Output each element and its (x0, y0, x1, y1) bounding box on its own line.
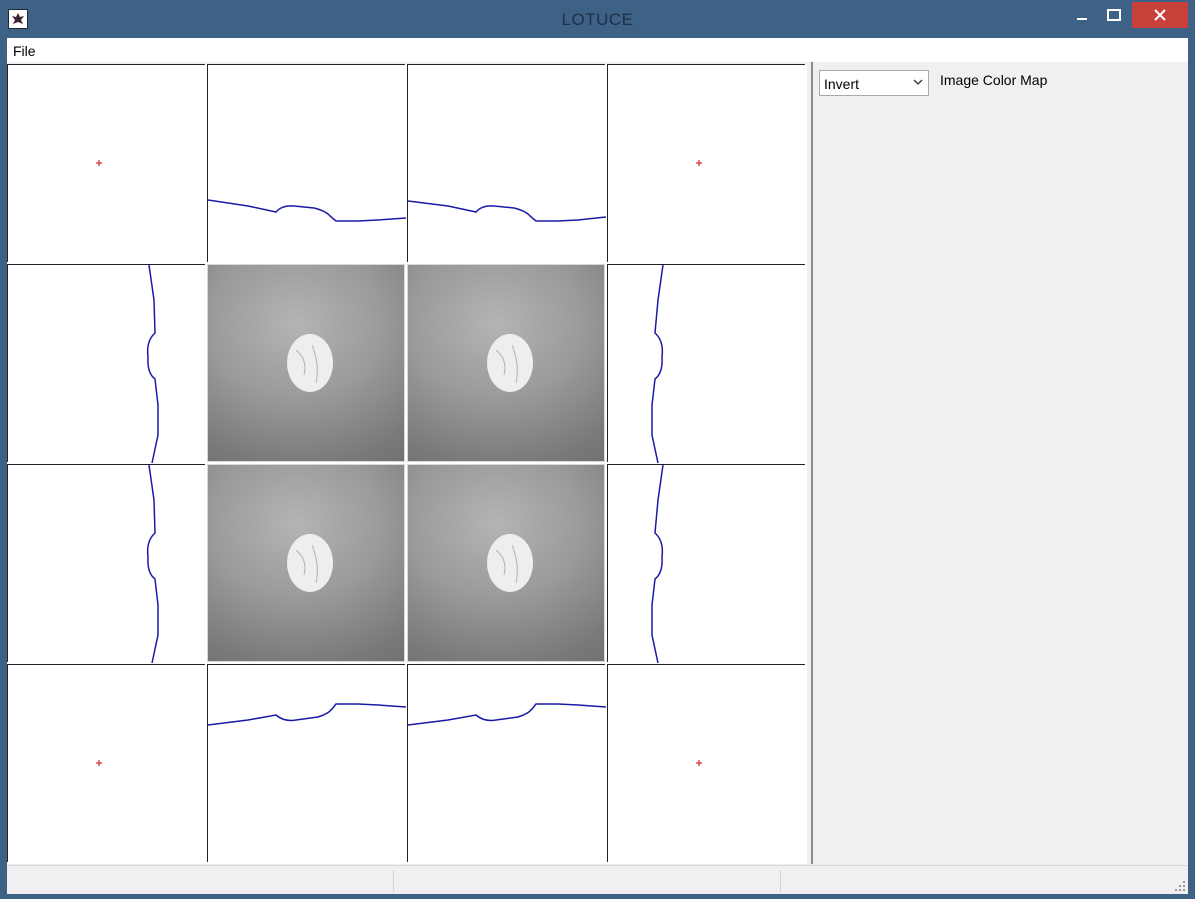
image-panel-4[interactable] (407, 464, 605, 662)
window-title: LOTUCE (561, 10, 634, 29)
maximize-button[interactable] (1098, 2, 1130, 28)
vertical-profile-right-2[interactable] (607, 464, 805, 663)
control-panel: Invert Image Color Map (813, 62, 1188, 864)
profile-line (146, 265, 159, 463)
center-marker (96, 760, 102, 766)
vertical-profile-right-1[interactable] (607, 264, 805, 463)
vertical-profile-left-1[interactable] (7, 264, 205, 463)
horizontal-profile-bottom-1[interactable] (207, 664, 406, 862)
image-panel-3[interactable] (207, 464, 405, 662)
profile-line (408, 703, 606, 726)
center-marker (96, 160, 102, 166)
status-segment (394, 870, 781, 892)
minimize-icon (1077, 18, 1087, 20)
image-panel-2[interactable] (407, 264, 605, 462)
menu-file[interactable]: File (13, 43, 36, 59)
specimen-blob (287, 334, 333, 392)
close-icon (1154, 9, 1166, 21)
specimen-blob (487, 534, 533, 592)
specimen-blob (287, 534, 333, 592)
colormap-label: Image Color Map (940, 72, 1048, 88)
status-bar (7, 865, 1188, 894)
corner-panel-top-right[interactable] (607, 64, 805, 262)
vertical-profile-left-2[interactable] (7, 464, 205, 663)
app-window: LOTUCE File Invert Image Color Map (0, 0, 1195, 899)
colormap-selected-value: Invert (824, 76, 860, 92)
resize-grip-icon[interactable] (1174, 880, 1186, 892)
image-panel-1[interactable] (207, 264, 405, 462)
corner-panel-bottom-right[interactable] (607, 664, 805, 862)
center-marker (696, 760, 702, 766)
chevron-down-icon (913, 79, 923, 85)
minimize-button[interactable] (1066, 2, 1098, 28)
status-segment (7, 870, 394, 892)
profile-line (208, 199, 406, 222)
horizontal-profile-bottom-2[interactable] (407, 664, 606, 862)
corner-panel-top-left[interactable] (7, 64, 205, 262)
close-button[interactable] (1132, 2, 1188, 28)
maximize-icon (1107, 9, 1121, 21)
profile-line (208, 703, 406, 726)
profile-line (651, 265, 664, 463)
status-segment (781, 870, 1181, 892)
corner-panel-bottom-left[interactable] (7, 664, 205, 862)
menu-bar: File (7, 38, 1188, 62)
horizontal-profile-top-2[interactable] (407, 64, 606, 262)
profile-line (651, 465, 664, 663)
specimen-blob (487, 334, 533, 392)
center-marker (696, 160, 702, 166)
client-area: File Invert Image Color Map (7, 38, 1188, 894)
panel-grid (7, 64, 807, 864)
colormap-select[interactable]: Invert (819, 70, 929, 96)
horizontal-profile-top-1[interactable] (207, 64, 406, 262)
profile-line (146, 465, 159, 663)
title-bar[interactable]: LOTUCE (0, 0, 1195, 38)
profile-line (408, 200, 606, 222)
